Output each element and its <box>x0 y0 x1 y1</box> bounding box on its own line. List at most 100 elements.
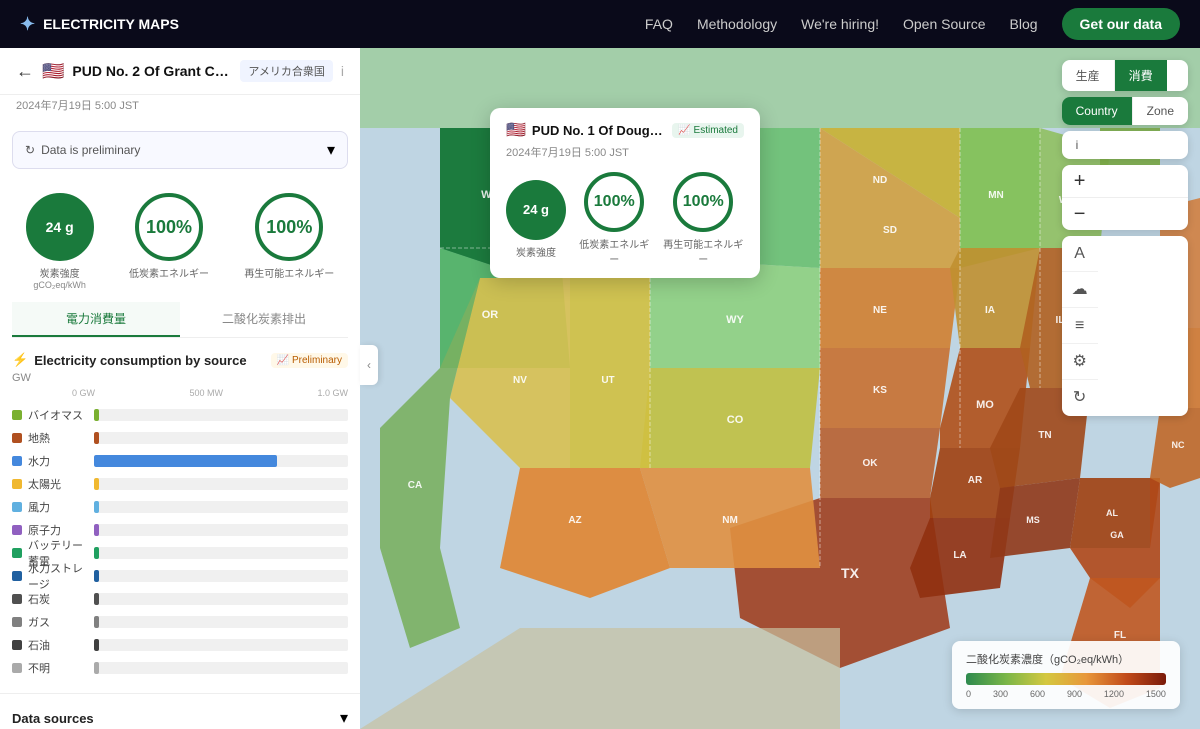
map-popup: 🇺🇸 PUD No. 1 Of Douglas C... 📈 Estimated… <box>490 108 760 278</box>
chevron-down-icon: ▾ <box>340 708 348 728</box>
wind-label: 風力 <box>28 499 88 515</box>
popup-low-carbon-label: 低炭素エネルギー <box>578 236 650 266</box>
nav-hiring[interactable]: We're hiring! <box>801 16 879 32</box>
wind-bar-container <box>94 501 348 513</box>
settings-icon[interactable]: ⚙ <box>1062 344 1098 380</box>
carbon-intensity-circle: 24 g <box>26 193 94 261</box>
svg-text:AZ: AZ <box>568 515 581 526</box>
solar-dot <box>12 479 22 489</box>
solar-label: 太陽光 <box>28 476 88 492</box>
nuclear-dot <box>12 525 22 535</box>
nav-methodology[interactable]: Methodology <box>697 16 777 32</box>
popup-carbon-label: 炭素強度 <box>506 244 566 259</box>
unknown-bar <box>94 662 99 674</box>
refresh-icon[interactable]: ↻ <box>1062 380 1098 416</box>
data-sources-label: Data sources <box>12 711 94 726</box>
refresh-icon: ↻ <box>25 143 35 157</box>
gas-bar-container <box>94 616 348 628</box>
info-button[interactable]: i <box>1062 131 1093 159</box>
popup-title: PUD No. 1 Of Douglas C... <box>532 123 666 138</box>
battery-dot <box>12 548 22 558</box>
biomass-dot <box>12 410 22 420</box>
region-info-button[interactable]: i <box>341 63 344 79</box>
oklahoma-state <box>820 428 940 498</box>
biomass-bar <box>94 409 99 421</box>
popup-carbon-metric: 24 g 炭素強度 <box>506 180 566 259</box>
nuclear-bar <box>94 524 99 536</box>
zoom-in-button[interactable]: + <box>1062 165 1098 197</box>
get-data-button[interactable]: Get our data <box>1062 8 1180 40</box>
electricity-icon: ⚡ <box>12 352 28 368</box>
nav-faq[interactable]: FAQ <box>645 16 673 32</box>
oil-bar-container <box>94 639 348 651</box>
svg-text:OK: OK <box>863 458 879 469</box>
svg-text:AR: AR <box>968 475 983 486</box>
geothermal-dot <box>12 433 22 443</box>
carbon-intensity-metric: 24 g 炭素強度 gCO₂eq/kWh <box>26 193 94 290</box>
carbon-intensity-unit: gCO₂eq/kWh <box>26 280 94 290</box>
logo-text: ELECTRICITY MAPS <box>43 16 179 32</box>
consumption-button[interactable]: 消費 <box>1115 60 1167 91</box>
hydro-dot <box>12 456 22 466</box>
production-button[interactable]: 生産 <box>1062 60 1114 91</box>
carbon-intensity-label: 炭素強度 <box>26 265 94 280</box>
hydrostorage-bar-container <box>94 570 348 582</box>
utah-state <box>570 278 650 468</box>
panel-fold-button[interactable]: ‹ <box>360 345 378 385</box>
logo-icon: ✦ <box>20 14 35 35</box>
svg-text:MS: MS <box>1026 515 1040 525</box>
chart-icon: 📈 <box>277 355 289 366</box>
popup-renewable-circle: 100% <box>673 172 733 232</box>
renewable-metric: 100% 再生可能エネルギー <box>244 193 334 280</box>
tab-co2-emissions[interactable]: 二酸化炭素排出 <box>180 302 348 337</box>
preliminary-banner[interactable]: ↻ Data is preliminary ▾ <box>12 131 348 169</box>
coal-dot <box>12 594 22 604</box>
list-item: 石炭 <box>12 589 348 609</box>
legend-box: 二酸化炭素濃度（gCO₂eq/kWh） 0 300 600 900 1200 1… <box>952 641 1180 709</box>
hydro-label: 水力 <box>28 453 88 469</box>
country-button[interactable]: Country <box>1062 97 1132 125</box>
svg-text:KS: KS <box>873 385 887 396</box>
zone-button[interactable]: Zone <box>1133 97 1188 125</box>
left-panel: ← 🇺🇸 PUD No. 2 Of Grant Cou... アメリカ合衆国 i… <box>0 48 360 729</box>
zoom-out-button[interactable]: − <box>1062 198 1098 230</box>
wind-dot <box>12 502 22 512</box>
panel-tabs: 電力消費量 二酸化炭素排出 <box>12 302 348 338</box>
popup-low-carbon-circle: 100% <box>584 172 644 232</box>
data-sources-section[interactable]: Data sources ▾ <box>0 693 360 729</box>
unknown-label: 不明 <box>28 660 88 676</box>
svg-text:FL: FL <box>1114 630 1126 641</box>
metrics-row: 24 g 炭素強度 gCO₂eq/kWh 100% 低炭素エネルギー 100% … <box>0 177 360 298</box>
svg-text:NV: NV <box>513 375 527 386</box>
translate-icon[interactable]: A <box>1062 236 1098 272</box>
chevron-down-icon: ▾ <box>327 140 335 160</box>
oil-dot <box>12 640 22 650</box>
energy-list: バイオマス 地熱 水力 太陽光 風力 原子力 <box>0 398 360 685</box>
hydro-bar-container <box>94 455 348 467</box>
region-date: 2024年7月19日 5:00 JST <box>0 95 360 123</box>
chart-up-icon: 📈 <box>678 125 690 136</box>
popup-metrics: 24 g 炭素強度 100% 低炭素エネルギー 100% 再生可能エネルギー <box>506 172 744 266</box>
svg-text:CO: CO <box>727 414 744 426</box>
svg-text:ND: ND <box>873 175 887 186</box>
weather-icon[interactable]: ☁ <box>1062 272 1098 308</box>
preliminary-tag: 📈 Preliminary <box>271 353 348 368</box>
renewable-circle: 100% <box>255 193 323 261</box>
legend-color-bar <box>966 673 1166 685</box>
svg-text:CA: CA <box>408 480 422 491</box>
layers-icon[interactable]: ≡ <box>1062 308 1098 344</box>
hydro-bar <box>94 455 277 467</box>
geothermal-bar <box>94 432 99 444</box>
list-item: バイオマス <box>12 405 348 425</box>
info-group: i <box>1062 131 1188 159</box>
back-button[interactable]: ← <box>16 61 34 82</box>
nav-opensource[interactable]: Open Source <box>903 16 986 32</box>
section-unit: GW <box>0 372 360 388</box>
hydrostorage-dot <box>12 571 22 581</box>
list-item: 太陽光 <box>12 474 348 494</box>
nav-blog[interactable]: Blog <box>1010 16 1038 32</box>
tab-power-consumption[interactable]: 電力消費量 <box>12 302 180 337</box>
region-flag: 🇺🇸 <box>42 61 64 82</box>
coal-bar-container <box>94 593 348 605</box>
chart-scale: 0 GW 500 MW 1.0 GW <box>0 388 360 398</box>
